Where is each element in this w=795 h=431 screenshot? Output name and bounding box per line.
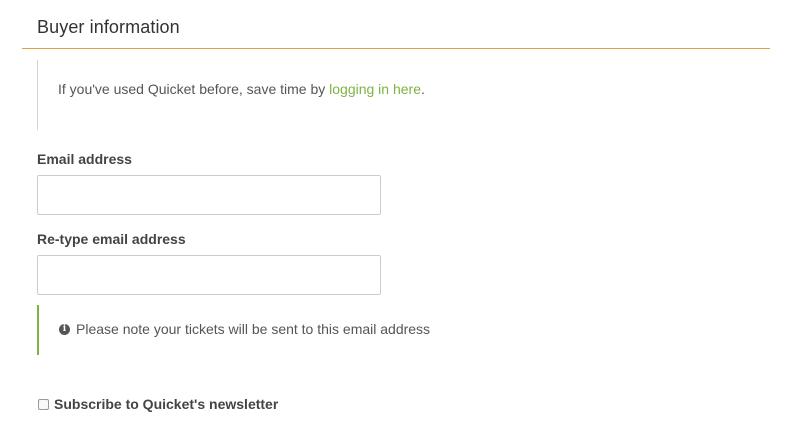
newsletter-label[interactable]: Subscribe to Quicket's newsletter (54, 396, 278, 412)
email-notice: i Please note your tickets will be sent … (37, 305, 459, 355)
newsletter-option[interactable]: Subscribe to Quicket's newsletter (37, 396, 278, 412)
email-label: Email address (37, 151, 132, 167)
newsletter-checkbox[interactable] (38, 398, 49, 410)
info-circle-icon: i (59, 324, 70, 335)
section-title: Buyer information (37, 17, 180, 37)
login-notice-prefix: If you've used Quicket before, save time… (58, 81, 330, 97)
section-divider (22, 48, 770, 49)
email-field[interactable] (37, 175, 381, 215)
login-link[interactable]: logging in here (329, 81, 421, 97)
email-notice-text: Please note your tickets will be sent to… (76, 321, 431, 337)
login-notice: If you've used Quicket before, save time… (37, 60, 438, 130)
login-notice-text: If you've used Quicket before, save time… (58, 81, 425, 97)
retype-email-field[interactable] (37, 255, 381, 295)
retype-email-label: Re-type email address (37, 231, 186, 247)
login-notice-suffix: . (421, 81, 425, 97)
